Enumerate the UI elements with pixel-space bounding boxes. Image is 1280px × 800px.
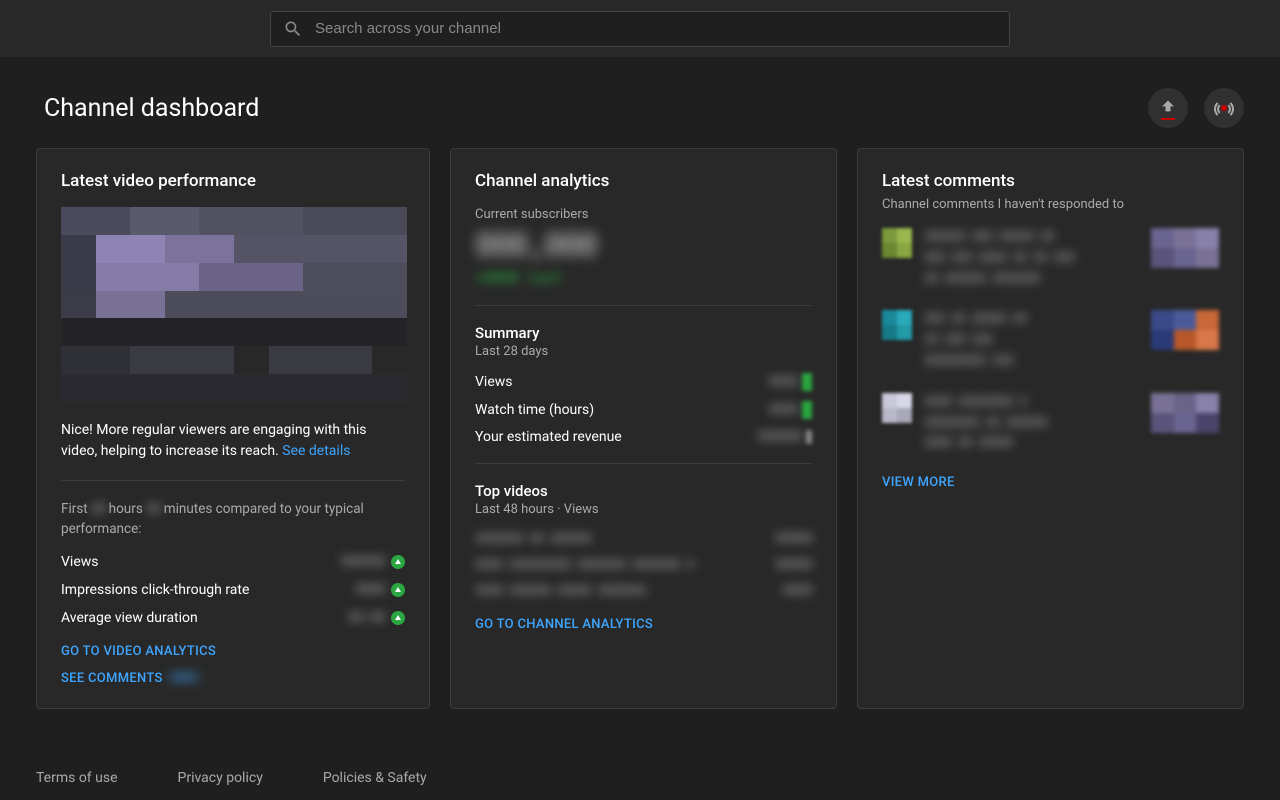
- analytics-card-title: Channel analytics: [475, 171, 812, 191]
- trend-bar-icon: [806, 430, 812, 444]
- comment-text: XXXX XXXXXXXX XXXXXXXXX XX XXXXXXXXXX XX…: [924, 393, 1139, 455]
- top-videos-head: Top videos: [475, 482, 812, 500]
- top-video-row[interactable]: XXXXXXX XX XXXXXX 00000: [475, 531, 812, 547]
- avatar: [882, 228, 912, 258]
- performance-text: Nice! More regular viewers are engaging …: [61, 420, 405, 462]
- latest-comments-card: Latest comments Channel comments I haven…: [857, 148, 1244, 709]
- views-label: Views: [61, 554, 99, 570]
- policies-link[interactable]: Policies & Safety: [323, 770, 427, 786]
- view-more-link[interactable]: VIEW MORE: [882, 475, 1219, 490]
- comment-text: XXX XX XXXXX XXXX XXX XXXXXXXXXXXX XXX: [924, 310, 1139, 372]
- summary-period: Last 28 days: [475, 344, 812, 359]
- page-title: Channel dashboard: [44, 94, 259, 123]
- footer: Terms of use Privacy policy Policies & S…: [36, 770, 427, 786]
- comment-item[interactable]: XXXX XXXXXXXX XXXXXXXXX XX XXXXXXXXXX XX…: [882, 393, 1219, 455]
- ctr-row: Impressions click-through rate 0000: [61, 582, 405, 598]
- current-subs-label: Current subscribers: [475, 207, 812, 222]
- ctr-label: Impressions click-through rate: [61, 582, 249, 598]
- trend-up-icon: [391, 611, 405, 625]
- go-channel-analytics-link[interactable]: GO TO CHANNEL ANALYTICS: [475, 617, 812, 632]
- upload-button[interactable]: [1148, 88, 1188, 128]
- terms-link[interactable]: Terms of use: [36, 770, 118, 786]
- comment-video-thumb: [1151, 393, 1219, 433]
- divider: [61, 480, 405, 481]
- search-icon: [283, 19, 303, 39]
- title-row: Channel dashboard: [0, 58, 1280, 148]
- video-thumbnail[interactable]: [61, 207, 407, 402]
- divider: [475, 463, 812, 464]
- top-videos-period: Last 48 hours · Views: [475, 502, 812, 517]
- trend-bar-icon: [802, 401, 812, 419]
- subs-count: 000,000: [475, 226, 812, 264]
- comments-subtitle: Channel comments I haven't responded to: [882, 197, 1219, 212]
- trend-bar-icon: [802, 373, 812, 391]
- channel-analytics-card: Channel analytics Current subscribers 00…: [450, 148, 837, 709]
- comparison-text: First 00 hours 00 minutes compared to yo…: [61, 499, 405, 540]
- comment-item[interactable]: XXXXXX XXX XXXXX XXXXX XXX XXXX XX XX XX…: [882, 228, 1219, 290]
- ctr-value: 0000: [355, 582, 385, 598]
- comment-video-thumb: [1151, 228, 1219, 268]
- summary-head: Summary: [475, 324, 812, 342]
- avatar: [882, 310, 912, 340]
- see-comments-link[interactable]: SEE COMMENTS (000): [61, 671, 405, 686]
- summary-revenue-row: Your estimated revenue 000000: [475, 429, 812, 445]
- summary-views-row: Views 0000: [475, 373, 812, 391]
- app-header: [0, 0, 1280, 58]
- see-details-link[interactable]: See details: [282, 443, 350, 459]
- comments-card-title: Latest comments: [882, 171, 1219, 191]
- cards-row: Latest video performance Nice! More regu…: [0, 148, 1280, 709]
- top-video-row[interactable]: XXXX XXXXXXXXX XXXXXXX XXXXXXX X 00000: [475, 557, 812, 573]
- latest-card-title: Latest video performance: [61, 171, 405, 191]
- search-box[interactable]: [270, 11, 1010, 47]
- privacy-link[interactable]: Privacy policy: [178, 770, 263, 786]
- subs-delta: +0000 last: [475, 268, 812, 287]
- latest-video-card: Latest video performance Nice! More regu…: [36, 148, 430, 709]
- go-video-analytics-link[interactable]: GO TO VIDEO ANALYTICS: [61, 644, 405, 659]
- title-actions: [1148, 88, 1244, 128]
- views-row: Views 000000: [61, 554, 405, 570]
- trend-up-icon: [391, 555, 405, 569]
- avd-label: Average view duration: [61, 610, 198, 626]
- upload-icon: [1158, 98, 1178, 118]
- avd-row: Average view duration 00:00: [61, 610, 405, 626]
- divider: [475, 305, 812, 306]
- avatar: [882, 393, 912, 423]
- comment-video-thumb: [1151, 310, 1219, 350]
- summary-watch-row: Watch time (hours) 0000: [475, 401, 812, 419]
- live-icon: [1214, 98, 1234, 118]
- comment-text: XXXXXX XXX XXXXX XXXXX XXX XXXX XX XX XX…: [924, 228, 1139, 290]
- views-value: 000000: [340, 554, 385, 570]
- go-live-button[interactable]: [1204, 88, 1244, 128]
- trend-up-icon: [391, 583, 405, 597]
- top-video-row[interactable]: XXXX XXXXXX XXXXX XXXXXXX 0000: [475, 583, 812, 599]
- search-input[interactable]: [315, 20, 997, 37]
- avd-value: 00:00: [348, 610, 385, 626]
- comment-item[interactable]: XXX XX XXXXX XXXX XXX XXXXXXXXXXXX XXX: [882, 310, 1219, 372]
